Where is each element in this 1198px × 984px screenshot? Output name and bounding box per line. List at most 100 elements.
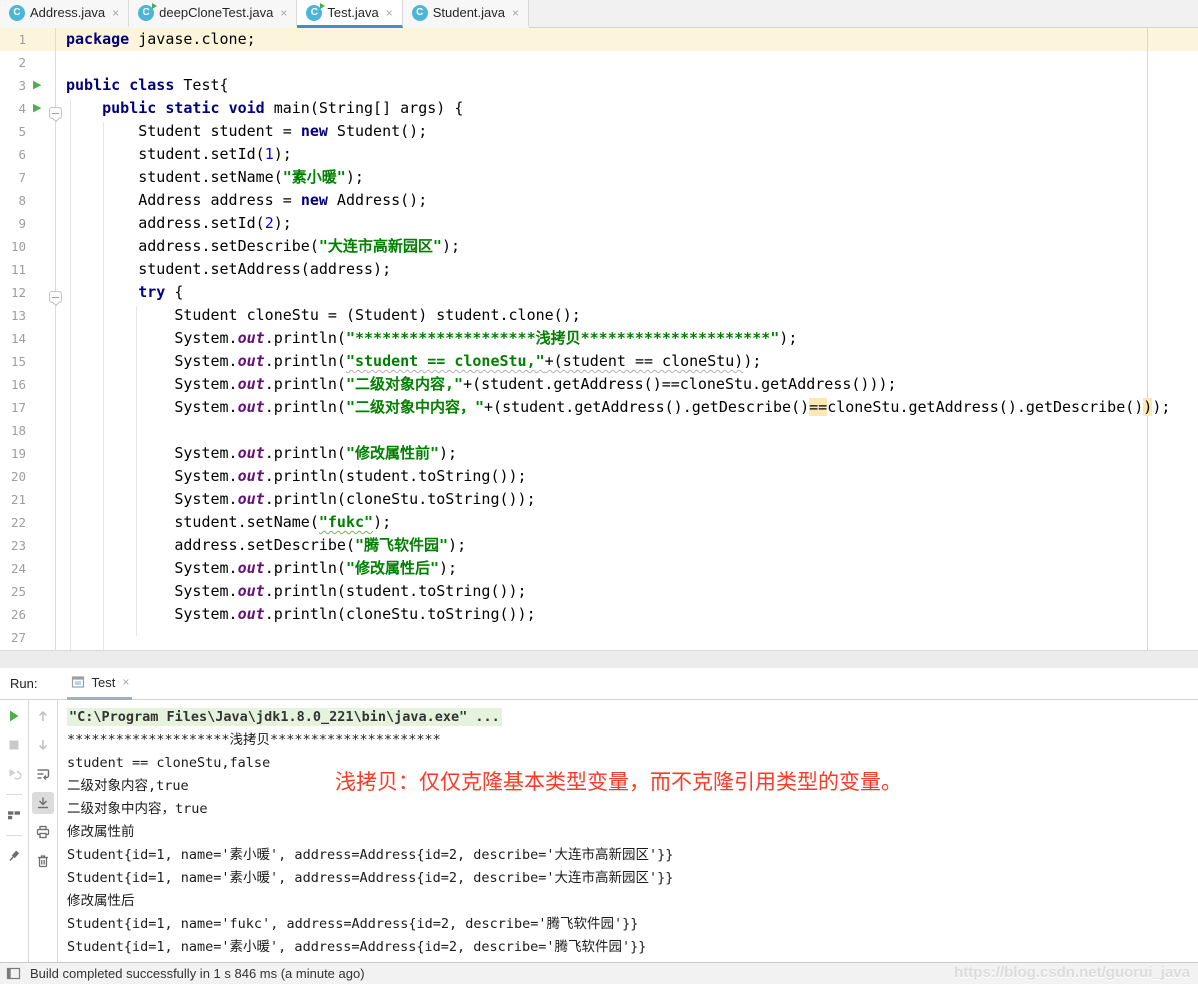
code-line-27[interactable]: 27 bbox=[0, 626, 1198, 649]
toolbar-divider bbox=[6, 794, 22, 795]
toolbar-divider bbox=[6, 835, 22, 836]
soft-wrap-button[interactable] bbox=[32, 763, 54, 785]
gutter: 25 bbox=[0, 580, 55, 603]
next-occurrence-button[interactable] bbox=[32, 734, 54, 756]
gutter: 10 bbox=[0, 235, 55, 258]
editor-scrollbar-track[interactable] bbox=[0, 650, 1198, 668]
line-number: 18 bbox=[0, 419, 26, 442]
gutter: 20 bbox=[0, 465, 55, 488]
code-line-6[interactable]: 6 student.setId(1); bbox=[0, 143, 1198, 166]
pin-tab-button[interactable] bbox=[3, 845, 25, 867]
editor-tab-address-java[interactable]: CAddress.java× bbox=[0, 0, 129, 28]
editor-tab-deepclonetest-java[interactable]: CdeepCloneTest.java × bbox=[129, 0, 297, 28]
clear-all-button[interactable] bbox=[32, 850, 54, 872]
gutter: 17 bbox=[0, 396, 55, 419]
code-line-20[interactable]: 20 System.out.println(student.toString()… bbox=[0, 465, 1198, 488]
rerun-failed-tests-button[interactable] bbox=[3, 763, 25, 785]
code-line-26[interactable]: 26 System.out.println(cloneStu.toString(… bbox=[0, 603, 1198, 626]
console-line: "C:\Program Files\Java\jdk1.8.0_221\bin\… bbox=[67, 706, 1198, 729]
run-tab-test[interactable]: Test × bbox=[67, 668, 132, 700]
console-line: Student{id=1, name='素小暖', address=Addres… bbox=[67, 936, 1198, 959]
close-icon[interactable]: × bbox=[386, 7, 393, 19]
code-line-24[interactable]: 24 System.out.println("修改属性后"); bbox=[0, 557, 1198, 580]
code-line-4[interactable]: 4▶ public static void main(String[] args… bbox=[0, 97, 1198, 120]
code-line-23[interactable]: 23 address.setDescribe("腾飞软件园"); bbox=[0, 534, 1198, 557]
run-panel-body: "C:\Program Files\Java\jdk1.8.0_221\bin\… bbox=[0, 700, 1198, 962]
close-icon[interactable]: × bbox=[122, 676, 129, 688]
editor-tab-student-java[interactable]: CStudent.java× bbox=[403, 0, 529, 28]
tab-title: deepCloneTest.java bbox=[159, 5, 273, 20]
status-message: Build completed successfully in 1 s 846 … bbox=[30, 966, 365, 981]
gutter: 18 bbox=[0, 419, 55, 442]
toolwindow-toggle-icon[interactable] bbox=[6, 966, 22, 982]
print-button[interactable] bbox=[32, 821, 54, 843]
code-line-7[interactable]: 7 student.setName("素小暖"); bbox=[0, 166, 1198, 189]
gutter: 4▶ bbox=[0, 97, 55, 120]
close-icon[interactable]: × bbox=[112, 7, 119, 19]
line-number: 13 bbox=[0, 304, 26, 327]
code-line-16[interactable]: 16 System.out.println("二级对象内容,"+(student… bbox=[0, 373, 1198, 396]
line-number: 23 bbox=[0, 534, 26, 557]
code-line-10[interactable]: 10 address.setDescribe("大连市高新园区"); bbox=[0, 235, 1198, 258]
run-console-icon bbox=[70, 674, 86, 690]
code-line-3[interactable]: 3▶public class Test{ bbox=[0, 74, 1198, 97]
code-line-11[interactable]: 11 student.setAddress(address); bbox=[0, 258, 1198, 281]
shallow-copy-annotation: 浅拷贝：仅仅克隆基本类型变量，而不克隆引用类型的变量。 bbox=[335, 770, 902, 796]
console-output[interactable]: "C:\Program Files\Java\jdk1.8.0_221\bin\… bbox=[58, 700, 1198, 962]
fold-widget-icon[interactable] bbox=[49, 107, 62, 119]
gutter: 13 bbox=[0, 304, 55, 327]
code-line-13[interactable]: 13 Student cloneStu = (Student) student.… bbox=[0, 304, 1198, 327]
code-line-1[interactable]: 1package javase.clone; bbox=[0, 28, 1198, 51]
line-number: 22 bbox=[0, 511, 26, 534]
run-overlay-icon bbox=[320, 3, 325, 9]
class-icon: C bbox=[138, 5, 154, 21]
console-line: ********************浅拷贝*****************… bbox=[67, 729, 1198, 752]
line-number: 1 bbox=[0, 28, 26, 51]
line-number: 16 bbox=[0, 373, 26, 396]
console-line: 修改属性前 bbox=[67, 821, 1198, 844]
gutter: 23 bbox=[0, 534, 55, 557]
gutter: 11 bbox=[0, 258, 55, 281]
run-overlay-icon bbox=[152, 3, 157, 9]
code-line-9[interactable]: 9 address.setId(2); bbox=[0, 212, 1198, 235]
tab-title: Test.java bbox=[327, 5, 378, 20]
line-number: 8 bbox=[0, 189, 26, 212]
fold-widget-icon[interactable] bbox=[49, 291, 62, 303]
code-line-17[interactable]: 17 System.out.println("二级对象中内容，"+(studen… bbox=[0, 396, 1198, 419]
line-number: 6 bbox=[0, 143, 26, 166]
code-line-21[interactable]: 21 System.out.println(cloneStu.toString(… bbox=[0, 488, 1198, 511]
gutter: 1 bbox=[0, 28, 55, 51]
run-tab-title: Test bbox=[91, 675, 115, 690]
code-line-18[interactable]: 18 bbox=[0, 419, 1198, 442]
code-editor[interactable]: 1package javase.clone;23▶public class Te… bbox=[0, 28, 1198, 650]
run-panel-label: Run: bbox=[10, 676, 37, 691]
restore-layout-button[interactable] bbox=[3, 804, 25, 826]
code-line-19[interactable]: 19 System.out.println("修改属性前"); bbox=[0, 442, 1198, 465]
line-number: 10 bbox=[0, 235, 26, 258]
gutter: 14 bbox=[0, 327, 55, 350]
run-line-icon[interactable]: ▶ bbox=[26, 74, 55, 97]
scroll-to-end-button[interactable] bbox=[32, 792, 54, 814]
code-line-14[interactable]: 14 System.out.println("*****************… bbox=[0, 327, 1198, 350]
gutter: 7 bbox=[0, 166, 55, 189]
run-toolbar-left bbox=[0, 700, 29, 962]
prev-occurrence-button[interactable] bbox=[32, 705, 54, 727]
stop-button[interactable] bbox=[3, 734, 25, 756]
close-icon[interactable]: × bbox=[280, 7, 287, 19]
code-line-5[interactable]: 5 Student student = new Student(); bbox=[0, 120, 1198, 143]
gutter: 3▶ bbox=[0, 74, 55, 97]
rerun-button[interactable] bbox=[3, 705, 25, 727]
code-line-25[interactable]: 25 System.out.println(student.toString()… bbox=[0, 580, 1198, 603]
watermark-text: https://blog.csdn.net/guorui_java bbox=[954, 964, 1190, 981]
console-line: 修改属性后 bbox=[67, 890, 1198, 913]
line-number: 14 bbox=[0, 327, 26, 350]
close-icon[interactable]: × bbox=[512, 7, 519, 19]
code-line-15[interactable]: 15 System.out.println("student == cloneS… bbox=[0, 350, 1198, 373]
code-line-8[interactable]: 8 Address address = new Address(); bbox=[0, 189, 1198, 212]
line-number: 25 bbox=[0, 580, 26, 603]
code-line-12[interactable]: 12 try { bbox=[0, 281, 1198, 304]
code-line-2[interactable]: 2 bbox=[0, 51, 1198, 74]
line-number: 9 bbox=[0, 212, 26, 235]
editor-tab-test-java[interactable]: CTest.java× bbox=[297, 0, 402, 28]
code-line-22[interactable]: 22 student.setName("fukc"); bbox=[0, 511, 1198, 534]
